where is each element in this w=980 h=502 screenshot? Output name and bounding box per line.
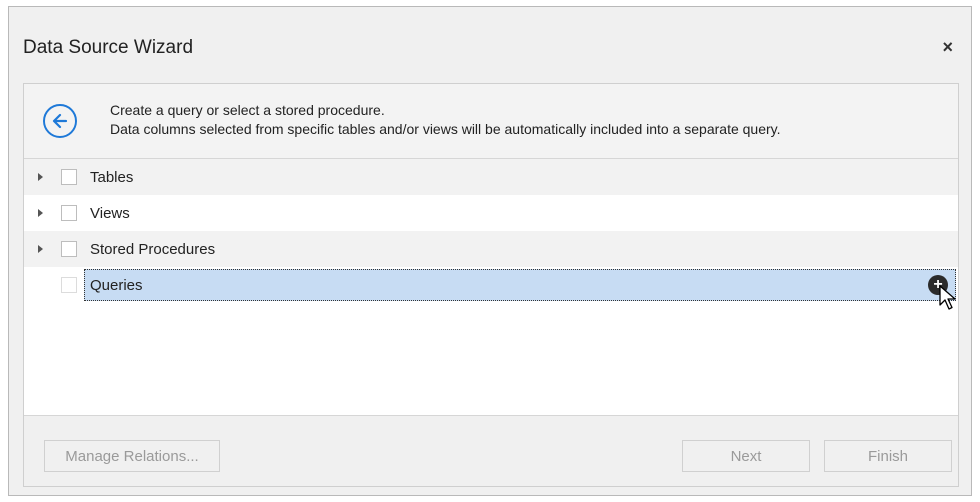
mouse-cursor-icon	[939, 285, 956, 310]
wizard-content: Create a query or select a stored proced…	[23, 83, 959, 487]
data-source-tree: Tables Views Stored Procedures Queries +	[24, 159, 958, 310]
manage-relations-button[interactable]: Manage Relations...	[44, 440, 220, 472]
tree-item-views[interactable]: Views	[24, 195, 958, 231]
tables-checkbox[interactable]	[61, 169, 77, 185]
close-button[interactable]: ×	[942, 37, 953, 57]
tree-item-label: Queries	[90, 276, 143, 294]
selection-highlight	[84, 269, 956, 301]
title-bar: Data Source Wizard ×	[9, 7, 971, 83]
tree-item-label: Views	[90, 204, 130, 222]
wizard-header: Create a query or select a stored proced…	[24, 84, 958, 159]
expand-views-icon[interactable]	[38, 209, 43, 217]
tree-item-label: Tables	[90, 168, 134, 186]
expand-stored-procedures-icon[interactable]	[38, 245, 43, 253]
tree-item-tables[interactable]: Tables	[24, 159, 958, 195]
stored-procedures-checkbox[interactable]	[61, 241, 77, 257]
queries-checkbox[interactable]	[61, 277, 77, 293]
views-checkbox[interactable]	[61, 205, 77, 221]
header-description: Data columns selected from specific tabl…	[110, 121, 781, 137]
header-instruction: Create a query or select a stored proced…	[110, 102, 385, 118]
data-source-wizard-window: Data Source Wizard × Create a query or s…	[8, 6, 972, 496]
tree-item-stored-procedures[interactable]: Stored Procedures	[24, 231, 958, 267]
expand-tables-icon[interactable]	[38, 173, 43, 181]
finish-button[interactable]: Finish	[824, 440, 952, 472]
wizard-footer: Manage Relations... Next Finish	[24, 415, 958, 486]
back-button[interactable]	[43, 104, 77, 138]
tree-item-label: Stored Procedures	[90, 240, 216, 258]
tree-item-queries[interactable]: Queries +	[24, 267, 958, 310]
arrow-left-icon	[52, 113, 68, 129]
next-button[interactable]: Next	[682, 440, 810, 472]
window-title: Data Source Wizard	[23, 37, 194, 58]
